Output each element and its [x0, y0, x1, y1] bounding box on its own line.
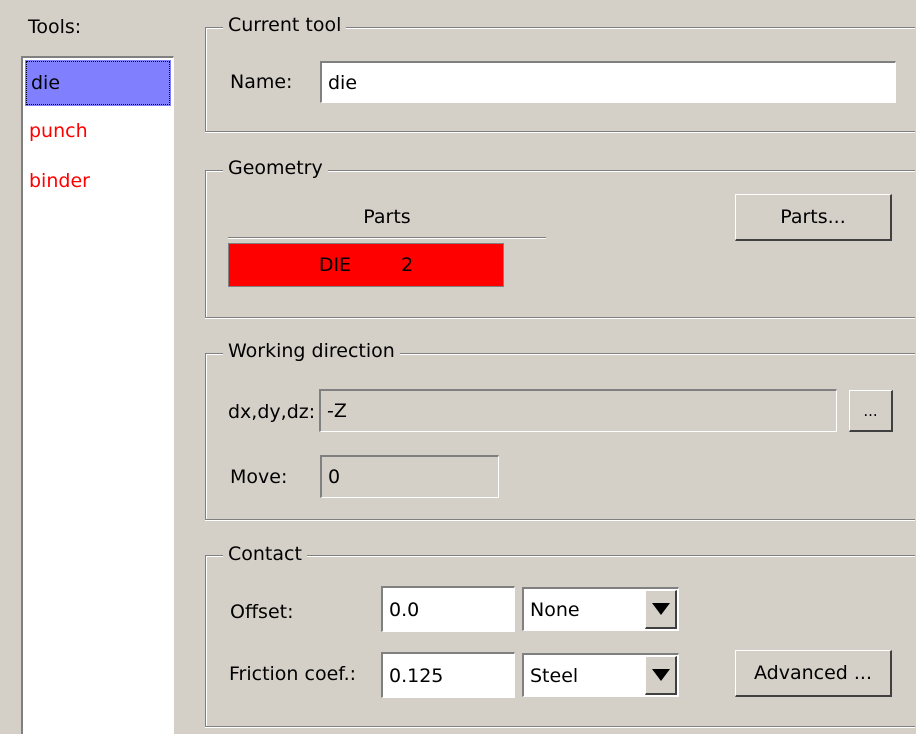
chevron-down-icon[interactable]	[645, 590, 677, 629]
direction-label: dx,dy,dz:	[228, 401, 316, 423]
offset-select[interactable]: None	[522, 587, 679, 631]
tool-item-binder[interactable]: binder	[23, 157, 173, 206]
tools-label: Tools:	[28, 16, 82, 38]
advanced-button[interactable]: Advanced ...	[735, 650, 892, 697]
friction-label: Friction coef.:	[229, 663, 357, 685]
contact-title: Contact	[223, 543, 307, 565]
working-direction-group	[205, 353, 915, 520]
part-id: 2	[401, 254, 414, 276]
offset-label: Offset:	[230, 601, 294, 623]
name-input[interactable]: die	[320, 61, 896, 103]
working-direction-title: Working direction	[223, 340, 400, 362]
friction-input[interactable]: 0.125	[381, 652, 515, 698]
friction-select-value: Steel	[530, 664, 579, 687]
parts-column-header: Parts	[228, 197, 546, 238]
current-tool-title: Current tool	[223, 14, 347, 36]
tool-item-punch[interactable]: punch	[23, 107, 173, 156]
move-field[interactable]: 0	[320, 455, 499, 498]
tool-list[interactable]: die punch binder	[21, 56, 174, 734]
friction-material-select[interactable]: Steel	[522, 653, 679, 697]
chevron-down-icon[interactable]	[645, 656, 677, 695]
contact-group	[205, 555, 915, 727]
direction-picker-button[interactable]: ...	[849, 390, 893, 432]
name-label: Name:	[230, 71, 293, 93]
tool-item-die[interactable]: die	[25, 60, 171, 106]
parts-button[interactable]: Parts...	[735, 194, 892, 241]
part-name: DIE	[318, 254, 352, 276]
geometry-title: Geometry	[223, 157, 328, 179]
parts-header-label: Parts	[363, 206, 411, 228]
direction-field[interactable]: -Z	[319, 389, 837, 432]
offset-select-value: None	[530, 598, 580, 621]
move-label: Move:	[230, 466, 288, 488]
part-row-die[interactable]: DIE 2	[228, 243, 504, 287]
offset-input[interactable]: 0.0	[381, 586, 515, 632]
